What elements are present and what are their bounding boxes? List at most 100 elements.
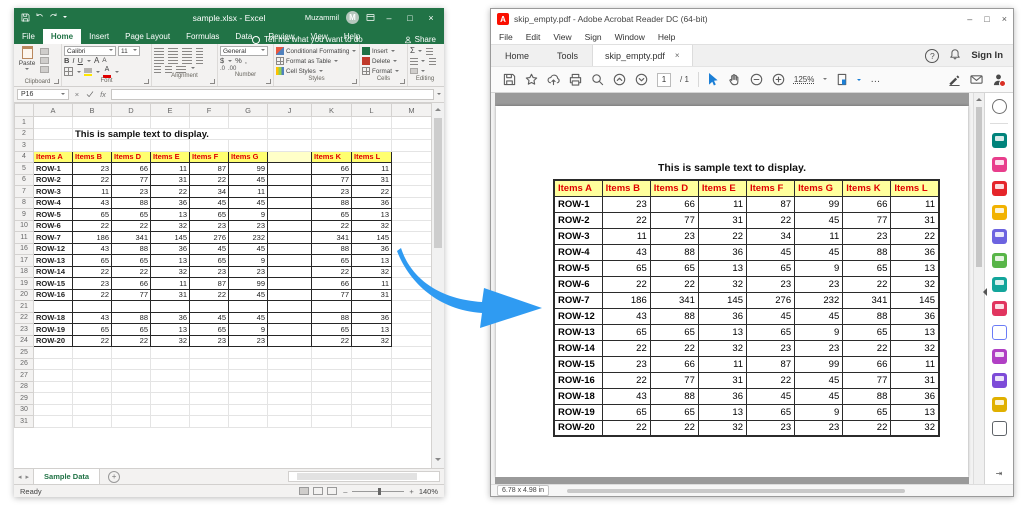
cell-value[interactable]: 32 [151,220,190,232]
row-header-11[interactable]: 11 [15,232,34,244]
zoom-in-icon[interactable] [772,73,785,86]
select-all-corner[interactable] [15,104,34,117]
cell-value[interactable]: 77 [312,289,352,301]
cell-value[interactable]: 23 [312,186,352,198]
cell-value[interactable]: 23 [190,266,229,278]
create-pdf-icon[interactable] [992,181,1007,196]
cell[interactable] [151,347,190,359]
measure-icon[interactable] [992,421,1007,436]
cell-value[interactable]: 65 [73,209,112,221]
cell-value[interactable]: 65 [190,324,229,336]
column-header-K[interactable]: K [312,104,352,117]
pdf-horizontal-scrollbar[interactable] [557,489,1007,493]
cell-value[interactable]: 36 [151,312,190,324]
insert-cells-button[interactable]: Insert [362,46,405,56]
align-right-icon[interactable] [182,57,192,64]
cell-row-label[interactable]: ROW-6 [34,220,73,232]
cell-row-label[interactable]: ROW-3 [34,186,73,198]
cells-dialog-launcher-icon[interactable] [400,79,405,84]
cell-column-title[interactable]: Items B [73,151,112,163]
cell-value[interactable]: 23 [190,335,229,347]
cell[interactable] [151,140,190,152]
page-fit-icon[interactable] [836,73,848,86]
format-painter-icon[interactable] [40,66,49,73]
cell[interactable] [268,117,312,129]
cell-value[interactable]: 65 [112,209,151,221]
certificates-icon[interactable] [992,373,1007,388]
column-header-G[interactable]: G [229,104,268,117]
cell-value[interactable]: 88 [112,312,151,324]
zoom-out-icon[interactable] [750,73,763,86]
cell[interactable] [34,301,73,313]
cell[interactable] [229,347,268,359]
cell-value[interactable]: 11 [352,163,392,175]
cell-value[interactable]: 9 [229,209,268,221]
borders-icon[interactable] [64,67,73,76]
cell[interactable] [34,393,73,405]
column-header-E[interactable]: E [151,104,190,117]
horizontal-scrollbar[interactable] [288,471,440,482]
expand-formula-bar-icon[interactable] [437,93,441,97]
cell[interactable] [229,117,268,129]
help-icon[interactable]: ? [925,49,939,63]
cell[interactable] [392,151,432,163]
cell[interactable] [268,347,312,359]
cell-value[interactable]: 31 [151,174,190,186]
cell[interactable] [112,416,151,428]
cell[interactable] [34,370,73,382]
cell-column-title[interactable]: Items A [34,151,73,163]
pdf-scroll-thumb[interactable] [976,107,982,267]
cell[interactable] [392,174,432,186]
cell-value[interactable]: 87 [190,163,229,175]
row-header-31[interactable]: 31 [15,416,34,428]
cell[interactable] [268,381,312,393]
collapse-panel-icon[interactable] [979,288,987,296]
cell-value[interactable]: 66 [312,163,352,175]
row-header-2[interactable]: 2 [15,128,34,140]
cell-value[interactable]: 77 [312,174,352,186]
scroll-up-icon[interactable] [435,105,441,111]
cell[interactable] [73,358,112,370]
cell-value[interactable]: 23 [112,186,151,198]
cell-value[interactable]: 66 [312,278,352,290]
cell-value[interactable]: 11 [151,163,190,175]
organize-pages-icon[interactable] [992,253,1007,268]
fill-color-button[interactable] [84,68,92,77]
cell[interactable] [190,347,229,359]
cell[interactable] [268,393,312,405]
cell-value[interactable]: 32 [151,266,190,278]
cell-value[interactable]: 45 [190,312,229,324]
column-header-M[interactable]: M [392,104,432,117]
cell-value[interactable]: 22 [73,335,112,347]
cell-value[interactable]: 9 [229,324,268,336]
increase-indent-icon[interactable] [165,66,172,73]
save-icon[interactable] [21,9,30,27]
cell-value[interactable]: 13 [151,255,190,267]
cell[interactable] [352,381,392,393]
account-profile-icon[interactable] [992,73,1005,86]
maximize-button[interactable]: □ [984,14,989,24]
fill-button[interactable] [410,56,440,66]
cell-value[interactable]: 66 [112,163,151,175]
clear-button[interactable] [410,66,440,76]
cell-value[interactable]: 11 [229,186,268,198]
number-format-combo[interactable]: General [220,46,268,56]
cell-column-title[interactable]: Items K [312,151,352,163]
combine-files-icon[interactable] [992,229,1007,244]
cell[interactable] [34,117,73,129]
find-select-icon[interactable] [429,58,436,65]
cell-value[interactable]: 23 [229,220,268,232]
accounting-format-button[interactable]: $ [220,57,224,65]
cell-value[interactable]: 145 [151,232,190,244]
select-tool-icon[interactable] [708,73,719,86]
cell-value[interactable]: 23 [190,220,229,232]
cell-value[interactable]: 99 [229,163,268,175]
ribbon-display-options-icon[interactable] [366,9,375,27]
cell-value[interactable]: 87 [190,278,229,290]
cell[interactable] [151,381,190,393]
cell[interactable] [34,347,73,359]
previous-page-icon[interactable] [613,73,626,86]
cell-row-label[interactable]: ROW-15 [34,278,73,290]
zoom-caret-icon[interactable] [823,78,827,82]
cell[interactable] [229,381,268,393]
